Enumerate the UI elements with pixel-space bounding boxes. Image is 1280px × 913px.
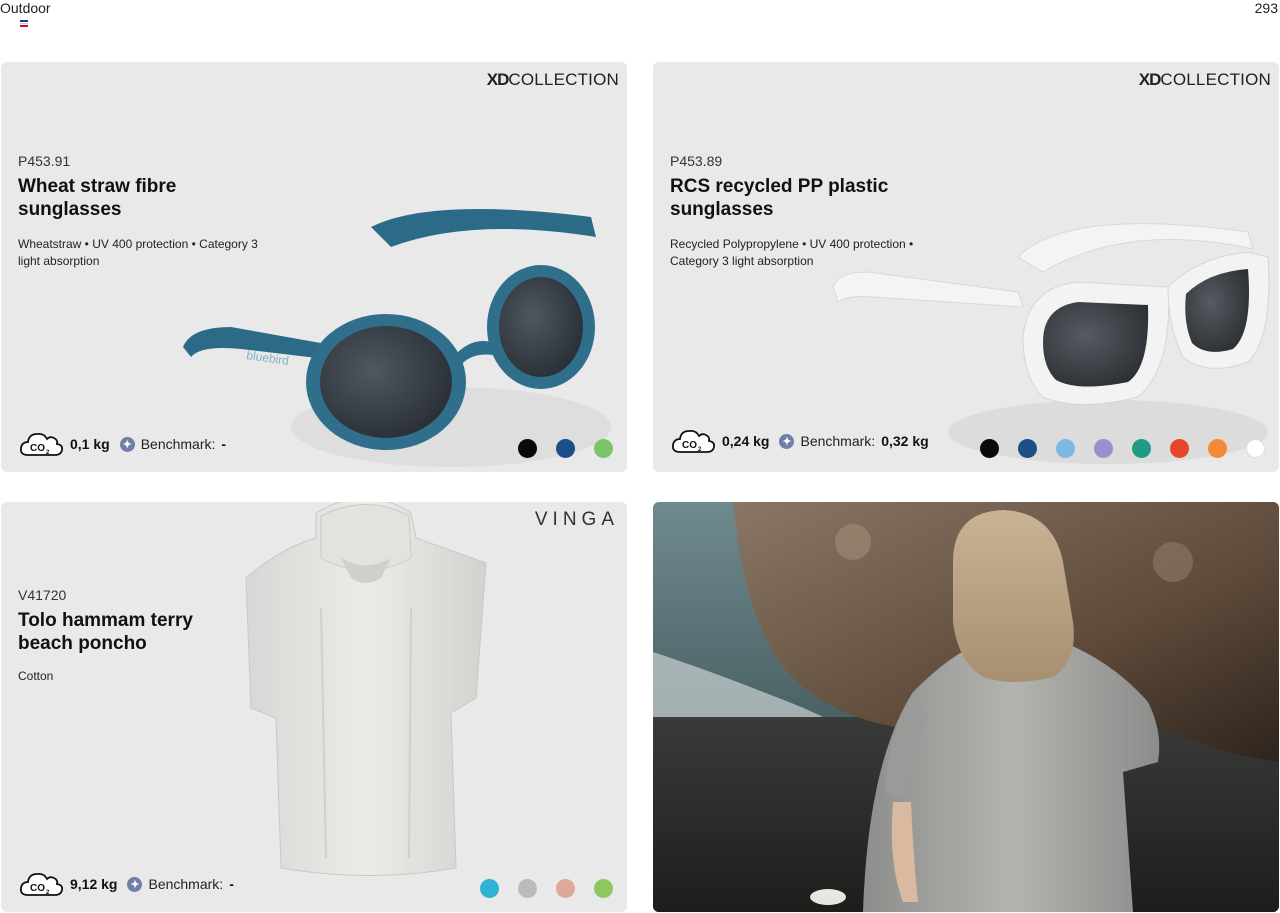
- product-description: Recycled Polypropylene • UV 400 protecti…: [670, 237, 914, 268]
- benchmark-value: -: [221, 436, 227, 452]
- color-swatches: [518, 439, 613, 458]
- product-sku: P453.89: [670, 153, 723, 169]
- benchmark-label: Benchmark:: [148, 876, 224, 892]
- co2-weight: 0,24 kg: [722, 433, 770, 449]
- poncho-image: [245, 502, 487, 876]
- product-title: Tolo hammam terry beach poncho: [18, 610, 193, 654]
- color-swatch[interactable]: [556, 879, 575, 898]
- benchmark-star-icon: ✦: [119, 436, 135, 452]
- svg-text:CO: CO: [30, 883, 45, 894]
- product-sku: V41720: [18, 587, 67, 603]
- benchmark-star-icon: ✦: [127, 876, 143, 892]
- benchmark-label: Benchmark:: [800, 433, 876, 449]
- lifestyle-photo: [653, 502, 1279, 912]
- benchmark-label: Benchmark:: [140, 436, 216, 452]
- svg-text:CO: CO: [682, 440, 697, 451]
- color-swatch[interactable]: [1056, 439, 1075, 458]
- color-swatch[interactable]: [1170, 439, 1189, 458]
- benchmark-value: 0,32 kg: [881, 433, 929, 449]
- color-swatches: [980, 439, 1265, 458]
- product-title: RCS recycled PP plastic sunglasses: [670, 176, 889, 220]
- product-description: Cotton: [18, 669, 54, 683]
- color-swatch[interactable]: [594, 439, 613, 458]
- product-description: Wheatstraw • UV 400 protection • Categor…: [18, 237, 258, 268]
- co2-cloud-icon: CO 2: [671, 429, 716, 453]
- color-swatch[interactable]: [518, 439, 537, 458]
- benchmark-value: -: [229, 876, 234, 892]
- product-card-poncho: VINGA V41720 Tolo hammam terry beach pon…: [1, 502, 627, 912]
- color-swatch[interactable]: [1018, 439, 1037, 458]
- benchmark-star-icon: ✦: [779, 433, 795, 449]
- co2-cloud-icon: CO 2: [19, 432, 64, 456]
- page-number: 293: [1254, 0, 1278, 16]
- color-swatch[interactable]: [980, 439, 999, 458]
- section-title: Outdoor: [0, 0, 51, 16]
- co2-cloud-icon: CO 2: [19, 872, 64, 896]
- product-card-pp-sunglasses: XDCOLLECTION P453.89 RCS recycled PP pla…: [653, 62, 1279, 472]
- product-title: Wheat straw fibre sunglasses: [18, 176, 177, 220]
- svg-text:CO: CO: [30, 443, 45, 454]
- co2-footprint: CO 2 0,1 kg ✦ Benchmark: -: [18, 429, 226, 459]
- color-swatch[interactable]: [518, 879, 537, 898]
- brand-logo: XDCOLLECTION: [1138, 70, 1271, 89]
- product-card-wheat-sunglasses: XDCOLLECTION bluebird P453.91 Wheat stra…: [1, 62, 627, 472]
- co2-weight: 9,12 kg: [70, 876, 118, 892]
- brand-logo: XDCOLLECTION: [486, 70, 619, 89]
- product-sku: P453.91: [18, 153, 71, 169]
- color-swatch[interactable]: [556, 439, 575, 458]
- color-swatch[interactable]: [1094, 439, 1113, 458]
- blue-sunglasses-image: bluebird: [183, 209, 611, 467]
- co2-footprint: CO 2 0,24 kg ✦ Benchmark: 0,32 kg: [670, 426, 929, 456]
- color-swatch[interactable]: [480, 879, 499, 898]
- color-swatch[interactable]: [1132, 439, 1151, 458]
- color-swatches: [480, 879, 613, 898]
- co2-weight: 0,1 kg: [70, 436, 110, 452]
- flag-icon: [20, 20, 28, 27]
- color-swatch[interactable]: [594, 879, 613, 898]
- woman-in-poncho-photo: [653, 502, 1279, 912]
- color-swatch[interactable]: [1208, 439, 1227, 458]
- co2-footprint: CO 2 9,12 kg ✦ Benchmark: -: [18, 869, 234, 899]
- brand-logo: VINGA: [534, 509, 619, 530]
- color-swatch[interactable]: [1246, 439, 1265, 458]
